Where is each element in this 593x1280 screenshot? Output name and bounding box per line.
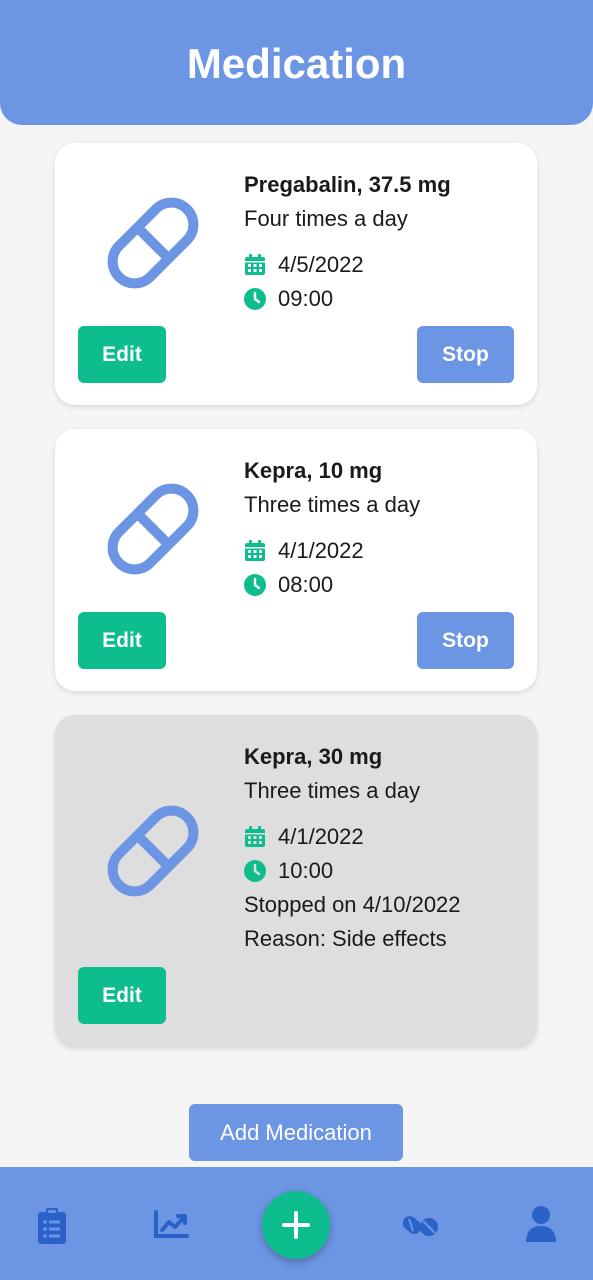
clipboard-icon[interactable] bbox=[38, 1208, 66, 1244]
start-date: 4/1/2022 bbox=[278, 538, 364, 563]
dose-time: 08:00 bbox=[278, 572, 334, 597]
stop-button[interactable]: Stop bbox=[417, 326, 514, 383]
medication-name: Kepra, 30 mg bbox=[244, 744, 383, 769]
medication-info: Pregabalin, 37.5 mg Four times a day 4/5… bbox=[244, 171, 451, 316]
medication-name: Pregabalin, 37.5 mg bbox=[244, 172, 451, 197]
medication-frequency: Four times a day bbox=[244, 206, 408, 231]
pill-icon bbox=[107, 197, 199, 289]
plus-icon bbox=[282, 1211, 310, 1239]
page-title: Medication bbox=[186, 39, 407, 87]
clock-icon bbox=[244, 288, 266, 310]
stopped-medication-card[interactable]: Kepra, 30 mg Three times a day 4/1/2022 … bbox=[55, 715, 537, 1047]
medication-info: Kepra, 30 mg Three times a day 4/1/2022 … bbox=[244, 743, 461, 956]
edit-button[interactable]: Edit bbox=[78, 967, 166, 1024]
calendar-icon bbox=[245, 540, 265, 561]
dose-time: 09:00 bbox=[278, 286, 334, 311]
dose-time: 10:00 bbox=[278, 858, 334, 883]
medication-card[interactable]: Pregabalin, 37.5 mg Four times a day 4/5… bbox=[55, 143, 537, 405]
pill-icon bbox=[107, 483, 199, 575]
start-date-row: 4/1/2022 bbox=[244, 534, 420, 568]
app-header: Medication bbox=[0, 0, 593, 125]
medication-card[interactable]: Kepra, 10 mg Three times a day 4/1/2022 … bbox=[55, 429, 537, 691]
medication-name: Kepra, 10 mg bbox=[244, 458, 383, 483]
time-row: 08:00 bbox=[244, 568, 420, 602]
stop-reason: Reason: Side effects bbox=[244, 926, 447, 951]
stop-button[interactable]: Stop bbox=[417, 612, 514, 669]
chart-icon[interactable] bbox=[153, 1210, 189, 1240]
add-medication-button[interactable]: Add Medication bbox=[189, 1104, 403, 1161]
add-fab-button[interactable] bbox=[262, 1191, 330, 1259]
calendar-icon bbox=[245, 826, 265, 847]
pill-icon bbox=[107, 805, 199, 897]
clock-icon bbox=[244, 574, 266, 596]
pills-icon[interactable] bbox=[403, 1210, 439, 1240]
edit-button[interactable]: Edit bbox=[78, 326, 166, 383]
medication-frequency: Three times a day bbox=[244, 492, 421, 517]
calendar-icon bbox=[245, 254, 265, 275]
medication-info: Kepra, 10 mg Three times a day 4/1/2022 … bbox=[244, 457, 420, 602]
stopped-date: Stopped on 4/10/2022 bbox=[244, 892, 461, 917]
time-row: 09:00 bbox=[244, 282, 451, 316]
start-date: 4/5/2022 bbox=[278, 252, 364, 277]
edit-button[interactable]: Edit bbox=[78, 612, 166, 669]
start-date-row: 4/5/2022 bbox=[244, 248, 451, 282]
clock-icon bbox=[244, 860, 266, 882]
time-row: 10:00 bbox=[244, 854, 461, 888]
user-icon[interactable] bbox=[525, 1206, 557, 1242]
medication-frequency: Three times a day bbox=[244, 778, 421, 803]
start-date: 4/1/2022 bbox=[278, 824, 364, 849]
start-date-row: 4/1/2022 bbox=[244, 820, 461, 854]
